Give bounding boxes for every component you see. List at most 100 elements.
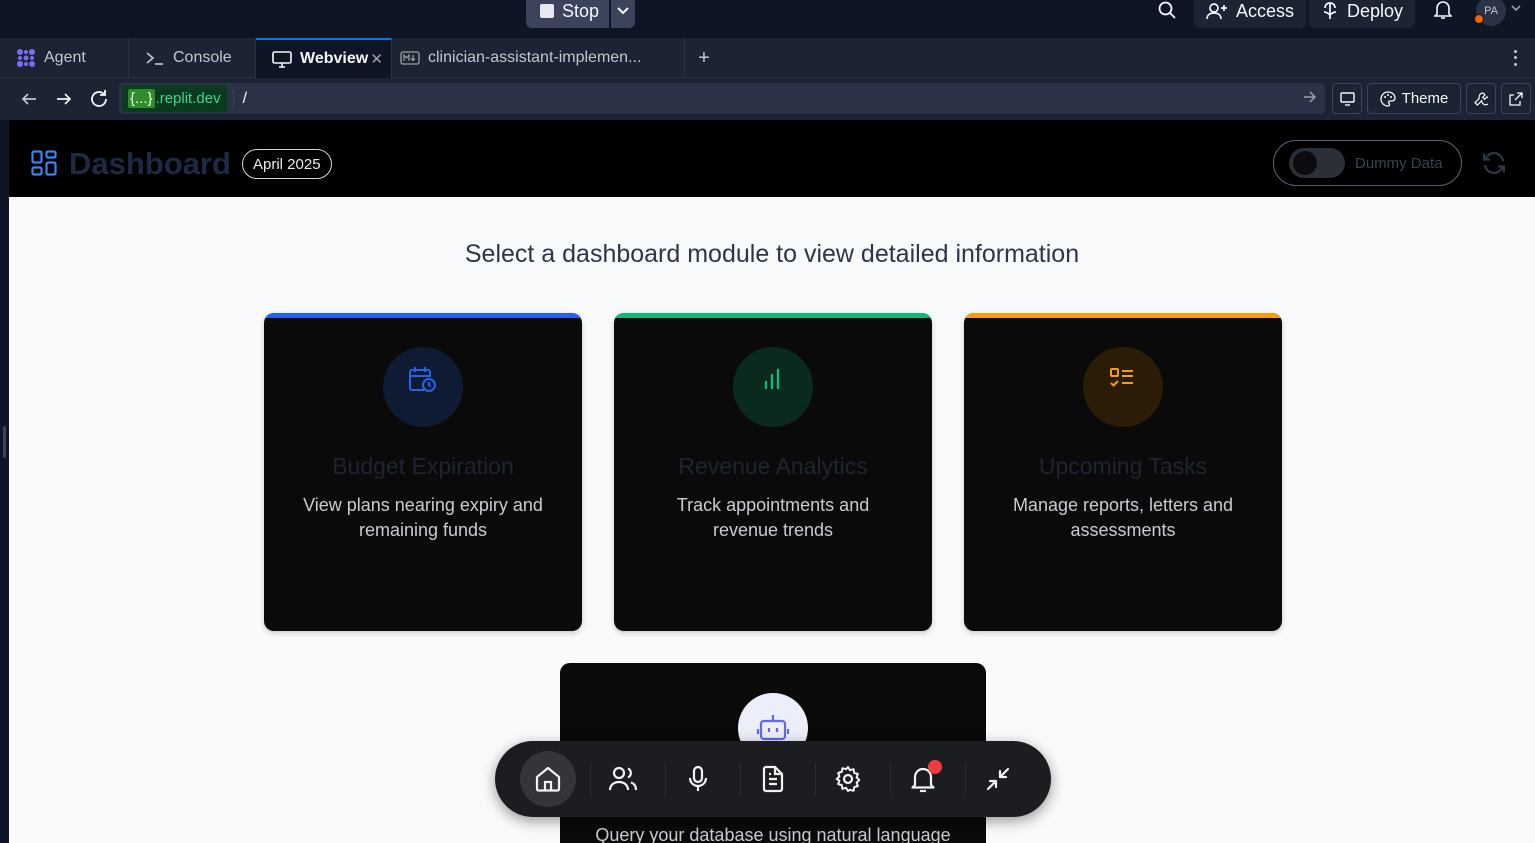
- home-icon: [535, 766, 561, 792]
- external-link-icon: [1509, 91, 1523, 106]
- access-button[interactable]: Access: [1194, 0, 1307, 28]
- monitor-icon: [1339, 91, 1355, 106]
- search-button[interactable]: [1157, 0, 1177, 20]
- dummy-data-toggle[interactable]: Dummy Data: [1273, 140, 1462, 186]
- arrow-left-icon: [21, 93, 36, 105]
- close-icon[interactable]: ✕: [370, 50, 383, 68]
- new-tab-button[interactable]: +: [694, 38, 714, 78]
- calendar-clock-icon: [409, 367, 436, 392]
- url-host: {...} .replit.dev: [122, 85, 227, 112]
- dock-divider: [740, 763, 741, 795]
- markdown-icon: [400, 51, 420, 65]
- tab-webview[interactable]: Webview ✕: [256, 38, 392, 78]
- tab-console[interactable]: Console: [129, 38, 256, 78]
- status-badge: [1474, 14, 1484, 24]
- deploy-button[interactable]: Deploy: [1309, 0, 1416, 28]
- notifications-button[interactable]: [1433, 0, 1453, 20]
- notification-badge: [928, 760, 942, 774]
- card-accent-bar: [614, 313, 932, 318]
- dock-home-button[interactable]: [520, 751, 576, 807]
- host-placeholder: {...}: [128, 89, 155, 108]
- tab-label: Webview: [300, 50, 369, 67]
- dock-settings-button[interactable]: [820, 751, 876, 807]
- url-input[interactable]: {...} .replit.dev /: [119, 83, 1325, 114]
- document-icon: [762, 765, 784, 793]
- webview-content: Dashboard April 2025 Dummy Data Select a…: [9, 120, 1535, 843]
- open-new-window-button[interactable]: [1501, 83, 1531, 114]
- host-domain: .replit.dev: [155, 90, 221, 107]
- card-description: Track appointments and revenue trends: [676, 495, 870, 540]
- url-separator: [232, 88, 234, 109]
- dock-minimize-button[interactable]: [970, 751, 1026, 807]
- access-label: Access: [1236, 0, 1295, 21]
- theme-button[interactable]: Theme: [1367, 83, 1461, 114]
- toggle-knob: [1293, 151, 1317, 175]
- page-heading: Select a dashboard module to view detail…: [464, 240, 1080, 268]
- bot-icon: [756, 715, 790, 741]
- devtools-button[interactable]: [1466, 83, 1496, 114]
- page-title: Dashboard: [69, 146, 231, 181]
- card-title: Budget Expiration: [332, 453, 514, 479]
- deploy-icon: [1323, 2, 1337, 19]
- tab-label: Agent: [44, 49, 86, 66]
- resize-handle[interactable]: [3, 426, 6, 458]
- agent-icon: [17, 49, 35, 67]
- card-icon-circle: [1083, 347, 1163, 427]
- checklist-icon: [1110, 368, 1133, 387]
- app-header: Dashboard April 2025 Dummy Data: [9, 120, 1535, 197]
- date-badge: April 2025: [242, 149, 332, 179]
- run-controls: Stop: [526, 0, 636, 28]
- card-description: Query your database using natural langua…: [595, 825, 951, 843]
- dock-divider: [590, 763, 591, 795]
- module-card-tasks[interactable]: Upcoming Tasks Manage reports, letters a…: [964, 313, 1282, 631]
- card-accent-bar: [264, 313, 582, 318]
- tab-markdown-file[interactable]: clinician-assistant-implemen...: [392, 38, 685, 78]
- add-user-icon: [1206, 3, 1227, 20]
- tab-label: Console: [173, 49, 232, 66]
- minimize-icon: [986, 767, 1010, 791]
- run-options-button[interactable]: [611, 0, 636, 28]
- go-button[interactable]: [1303, 90, 1317, 109]
- dock-divider: [815, 763, 816, 795]
- account-menu-button[interactable]: [1510, 2, 1522, 14]
- dock-divider: [965, 763, 966, 795]
- dummy-data-label: Dummy Data: [1355, 154, 1443, 172]
- plus-icon: +: [698, 46, 710, 69]
- dock-documents-button[interactable]: [745, 751, 801, 807]
- users-icon: [608, 766, 638, 791]
- stop-button[interactable]: Stop: [526, 0, 610, 28]
- toggle-switch[interactable]: [1289, 148, 1345, 178]
- wrench-icon: [1474, 91, 1488, 106]
- dashboard-grid-icon: [31, 150, 57, 176]
- stop-label: Stop: [562, 0, 600, 21]
- workspace-header: Stop Access Deploy PA: [0, 0, 1535, 38]
- dock-notifications-button[interactable]: [895, 751, 951, 807]
- reload-button[interactable]: [88, 88, 110, 110]
- monitor-icon: [272, 51, 292, 68]
- refresh-icon[interactable]: [1481, 150, 1507, 176]
- more-options-button[interactable]: [1508, 48, 1522, 68]
- module-card-budget[interactable]: Budget Expiration View plans nearing exp…: [264, 313, 582, 631]
- dock-divider: [890, 763, 891, 795]
- card-icon-circle: [733, 347, 813, 427]
- arrow-right-icon: [1304, 91, 1317, 103]
- url-path: /: [242, 89, 248, 107]
- microphone-icon: [688, 765, 708, 791]
- dock-users-button[interactable]: [595, 751, 651, 807]
- card-title: Upcoming Tasks: [1038, 453, 1208, 479]
- dock-microphone-button[interactable]: [670, 751, 726, 807]
- back-button[interactable]: [18, 88, 40, 110]
- bar-chart-icon: [764, 368, 780, 390]
- avatar-initials: PA: [1484, 5, 1498, 17]
- deploy-label: Deploy: [1347, 0, 1404, 21]
- console-icon: [146, 52, 163, 65]
- device-preview-button[interactable]: [1332, 83, 1362, 114]
- forward-button[interactable]: [53, 88, 75, 110]
- gear-icon: [835, 766, 861, 792]
- module-card-revenue[interactable]: Revenue Analytics Track appointments and…: [614, 313, 932, 631]
- card-title: Revenue Analytics: [678, 453, 868, 479]
- card-accent-bar: [964, 313, 1282, 318]
- panel-resize-rail: [0, 120, 9, 843]
- theme-label: Theme: [1401, 90, 1449, 107]
- tab-agent[interactable]: Agent: [0, 38, 129, 78]
